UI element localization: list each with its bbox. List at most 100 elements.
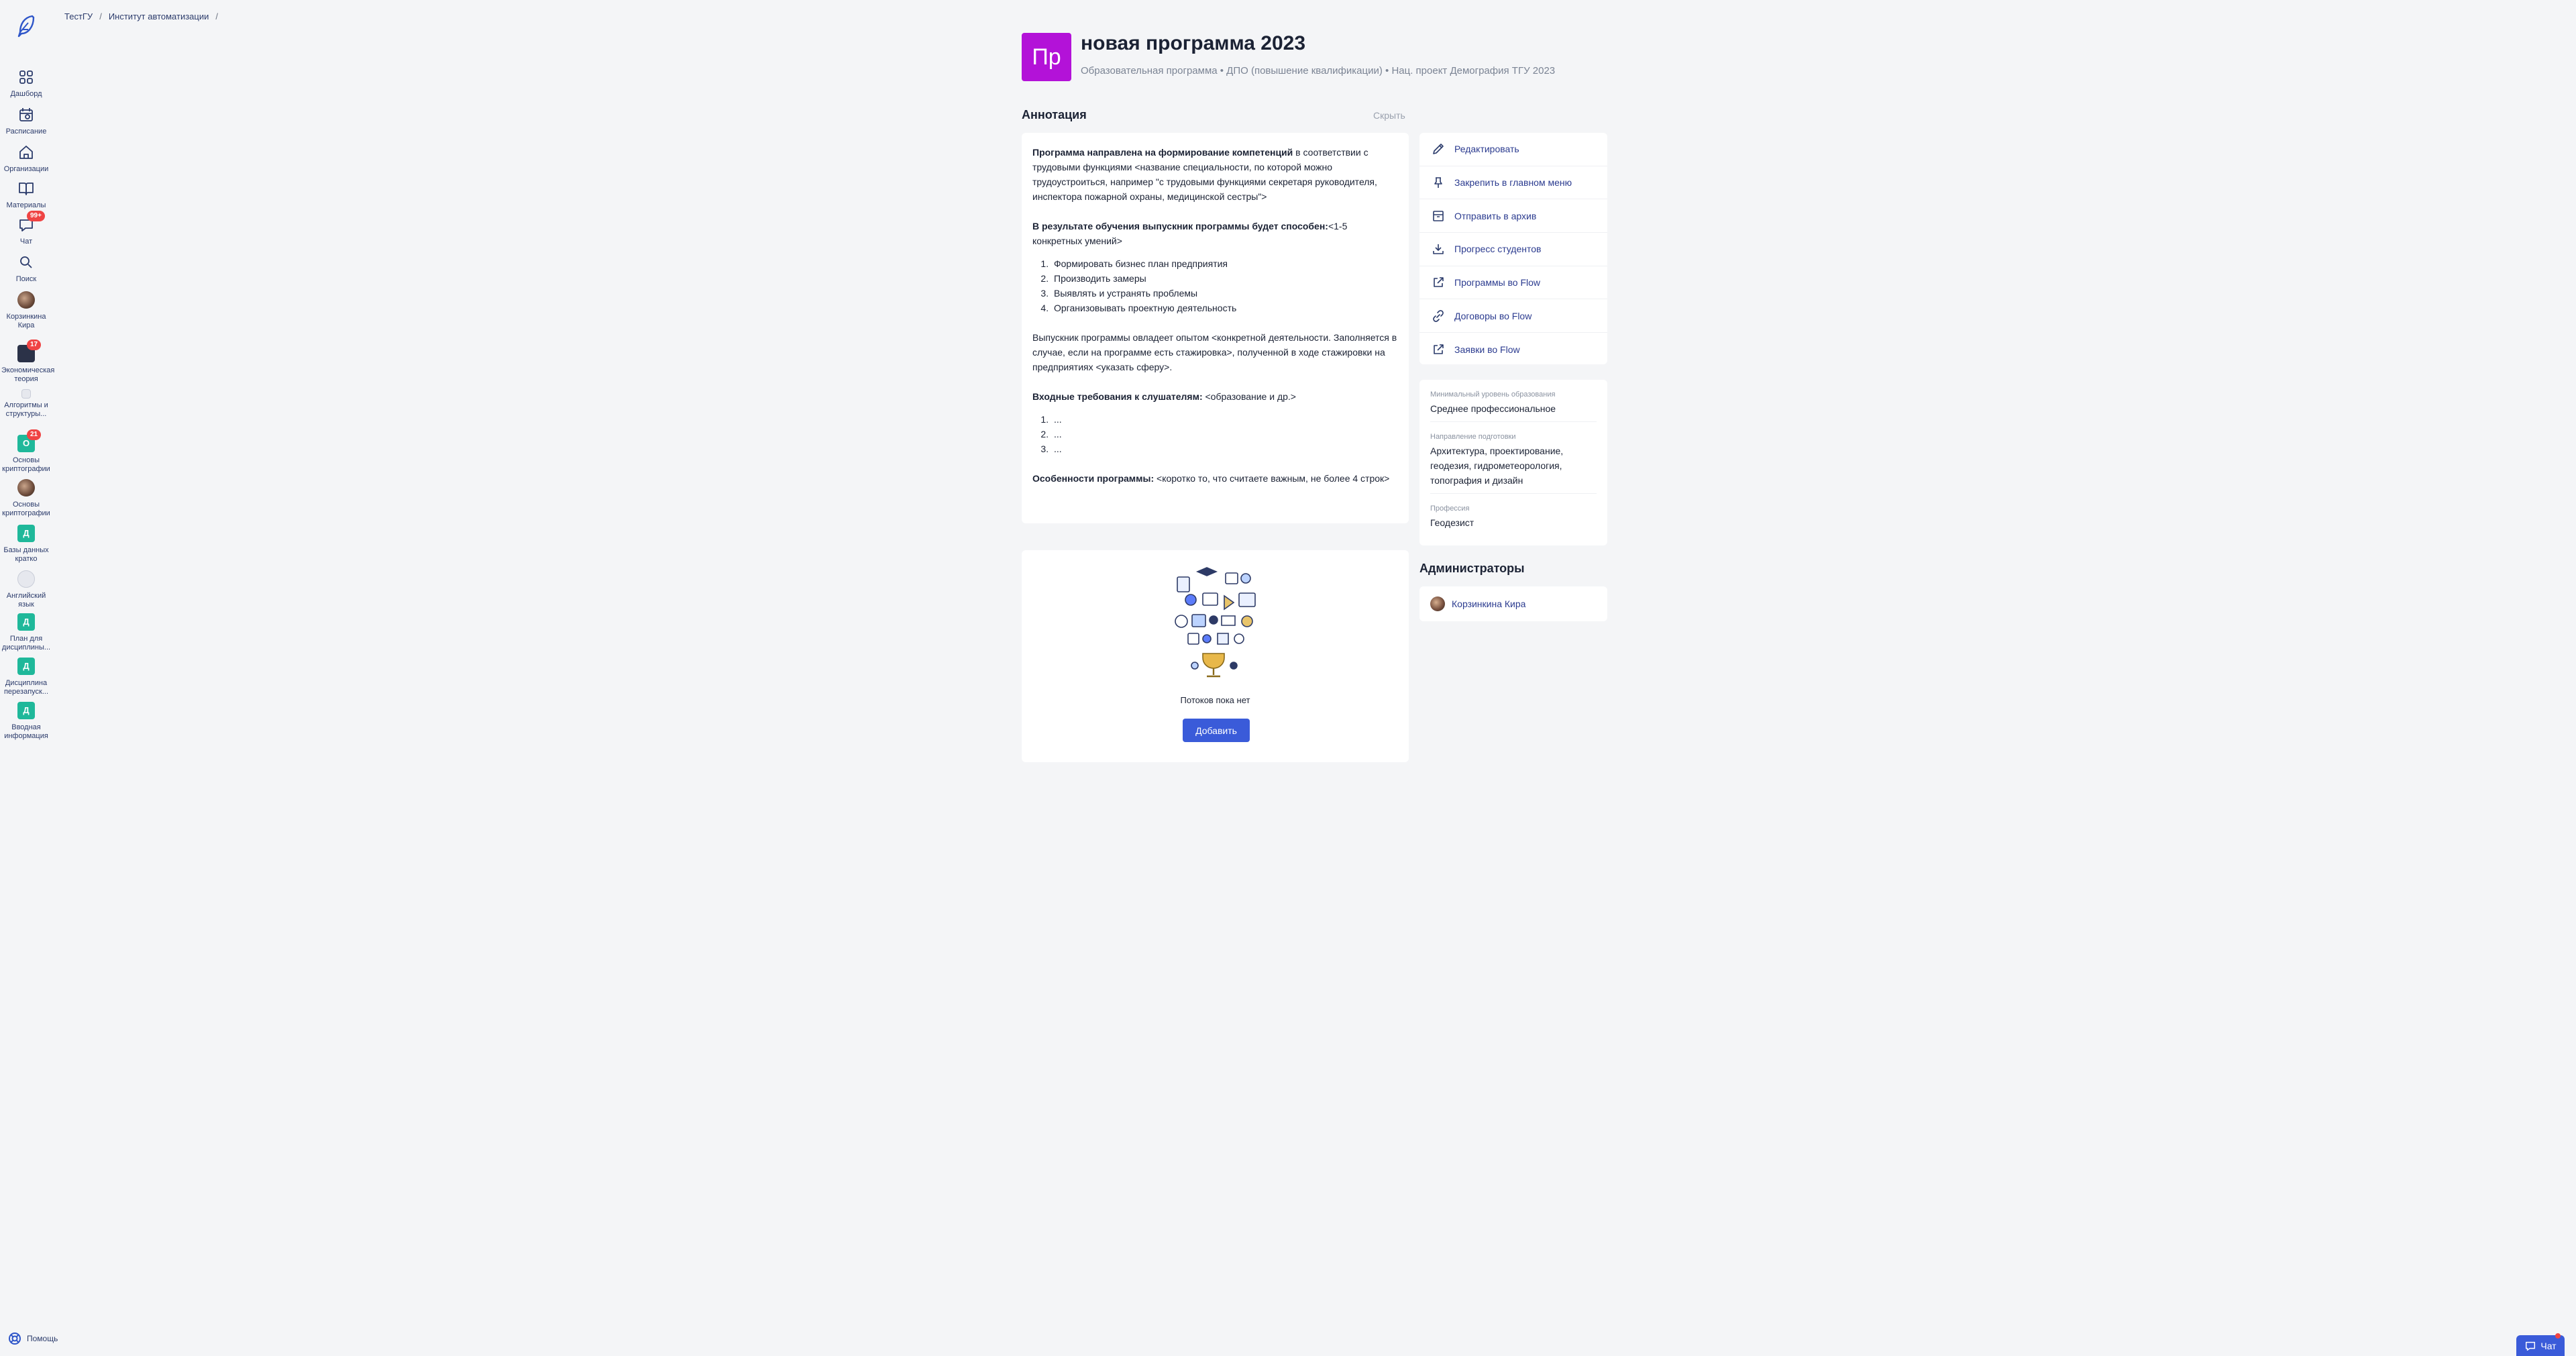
annotation-paragraph: Входные требования к слушателям: <образо… <box>1032 389 1398 404</box>
search-icon <box>17 254 35 271</box>
annotation-paragraph: Особенности программы: <коротко то, что … <box>1032 471 1398 486</box>
pin-to-menu-button[interactable]: Закрепить в главном меню <box>1419 166 1607 200</box>
action-label: Редактировать <box>1454 144 1519 155</box>
course-letter: Д <box>23 528 30 538</box>
education-illustration-icon <box>1175 567 1256 678</box>
applications-flow-link[interactable]: Заявки во Flow <box>1419 333 1607 366</box>
info-label: Направление подготовки <box>1430 433 1516 441</box>
action-label: Программы во Flow <box>1454 277 1541 289</box>
course-letter: О <box>22 438 30 448</box>
nav-search[interactable]: Поиск <box>0 254 52 284</box>
list-item: Организовывать проектную деятельность <box>1051 301 1398 315</box>
program-avatar: Пр <box>1022 33 1071 81</box>
nav-schedule[interactable]: Расписание <box>0 106 52 136</box>
nav-organizations[interactable]: Организации <box>0 144 52 174</box>
sidebar-course[interactable]: Д Базы данных кратко <box>0 525 52 564</box>
action-label: Отправить в архив <box>1454 210 1537 221</box>
nav-chat-label: Чат <box>19 238 33 246</box>
pin-icon <box>1434 177 1442 189</box>
action-label: Закрепить в главном меню <box>1454 177 1572 189</box>
admins-heading: Администраторы <box>1419 562 1525 575</box>
breadcrumb-separator: / <box>99 11 102 21</box>
help-button[interactable]: Помощь <box>8 1332 58 1345</box>
program-info-card: Минимальный уровень образования Среднее … <box>1419 380 1607 545</box>
external-link-icon <box>1434 277 1444 287</box>
course-thumbnail: Д <box>17 658 35 675</box>
edit-button[interactable]: Редактировать <box>1419 133 1607 166</box>
annotation-paragraph: Выпускник программы овладеет опытом <кон… <box>1032 332 1397 372</box>
info-value: Среднее профессиональное <box>1430 403 1556 414</box>
add-stream-button[interactable]: Добавить <box>1183 719 1250 742</box>
course-letter: Д <box>23 661 30 671</box>
sidebar: Дашборд Расписание Организации Материалы <box>0 0 58 1356</box>
student-progress-button[interactable]: Прогресс студентов <box>1419 233 1607 266</box>
chat-badge: 99+ <box>27 211 45 221</box>
info-label: Профессия <box>1430 505 1470 513</box>
course-thumbnail: 17 <box>17 340 42 362</box>
requirements-list: ... ... ... <box>1051 412 1398 456</box>
course-label: Английский язык <box>6 592 46 609</box>
chat-icon <box>2526 1341 2536 1351</box>
action-label: Договоры во Flow <box>1454 310 1532 321</box>
course-thumbnail: Д <box>17 702 35 719</box>
training-direction: Направление подготовки Архитектура, прое… <box>1430 422 1597 494</box>
chat-button-label: Чат <box>2540 1340 2557 1351</box>
feather-logo-icon[interactable] <box>12 12 40 40</box>
sidebar-course[interactable]: Д План для дисциплины... <box>0 613 52 652</box>
nav-profile[interactable]: Корзинкина Кира <box>0 291 52 330</box>
chat-button[interactable]: Чат <box>2516 1333 2565 1356</box>
sidebar-course[interactable]: О 21 Основы криптографии <box>0 429 52 474</box>
info-label: Минимальный уровень образования <box>1430 390 1556 399</box>
annotation-heading: Аннотация <box>1022 108 1087 121</box>
programs-flow-link[interactable]: Программы во Flow <box>1419 266 1607 300</box>
sidebar-course[interactable]: Алгоритмы и структуры... <box>0 389 52 419</box>
admin-name: Корзинкина Кира <box>1452 598 1526 609</box>
sidebar-course[interactable]: Английский язык <box>0 570 52 609</box>
nav-profile-label: Корзинкина Кира <box>6 313 46 329</box>
course-thumbnail <box>21 389 31 399</box>
pencil-icon <box>1433 144 1444 155</box>
list-item: Формировать бизнес план предприятия <box>1051 256 1398 271</box>
sidebar-course[interactable]: 17 Экономическая теория <box>0 340 55 384</box>
list-item: ... <box>1051 412 1398 427</box>
course-label: Вводная информация <box>4 723 48 740</box>
nav-chat[interactable]: 99+ Чат <box>0 211 52 246</box>
sidebar-course[interactable]: Основы криптографии <box>0 479 52 518</box>
course-badge: 21 <box>27 429 42 440</box>
course-label: План для дисциплины... <box>1 635 51 651</box>
course-label: Экономическая теория <box>1 366 55 383</box>
course-label: Основы криптографии <box>2 456 50 473</box>
course-label: Дисциплина перезапуск... <box>3 679 49 696</box>
annotation-paragraph: Программа направлена на формирование ком… <box>1032 145 1398 204</box>
archive-button[interactable]: Отправить в архив <box>1419 199 1607 233</box>
nav-materials-label: Материалы <box>6 201 46 209</box>
breadcrumb-item[interactable]: Институт автоматизации <box>109 11 209 21</box>
course-thumbnail: Д <box>17 613 35 631</box>
course-letter: Д <box>23 705 30 715</box>
sidebar-course[interactable]: Д Дисциплина перезапуск... <box>0 658 52 696</box>
contracts-flow-link[interactable]: Договоры во Flow <box>1419 299 1607 333</box>
hide-annotation-button[interactable]: Скрыть <box>1373 110 1405 121</box>
actions-menu: Редактировать Закрепить в главном меню О… <box>1419 133 1607 364</box>
book-icon <box>17 180 35 197</box>
action-label: Заявки во Flow <box>1454 344 1520 355</box>
education-level: Минимальный уровень образования Среднее … <box>1430 380 1597 422</box>
list-item: Производить замеры <box>1051 271 1398 286</box>
annotation-text: <коротко то, что считаете важным, не бол… <box>1154 473 1390 484</box>
annotation-bold: В результате обучения выпускник программ… <box>1032 221 1328 231</box>
nav-organizations-label: Организации <box>3 165 49 173</box>
annotation-bold: Входные требования к слушателям: <box>1032 391 1203 402</box>
admin-item[interactable]: Корзинкина Кира <box>1419 586 1607 621</box>
page-title: новая программа 2023 <box>1081 32 1306 54</box>
avatar <box>17 291 35 309</box>
nav-dashboard[interactable]: Дашборд <box>0 68 52 99</box>
nav-materials[interactable]: Материалы <box>0 180 52 210</box>
avatar <box>1430 596 1445 611</box>
sidebar-course[interactable]: Д Вводная информация <box>0 702 52 741</box>
lifebuoy-icon <box>9 1333 21 1345</box>
course-thumbnail: О 21 <box>17 429 42 452</box>
course-thumbnail <box>17 570 35 588</box>
nav-dashboard-label: Дашборд <box>10 90 42 98</box>
home-icon <box>17 144 35 161</box>
breadcrumb-item[interactable]: ТестГУ <box>64 11 93 21</box>
